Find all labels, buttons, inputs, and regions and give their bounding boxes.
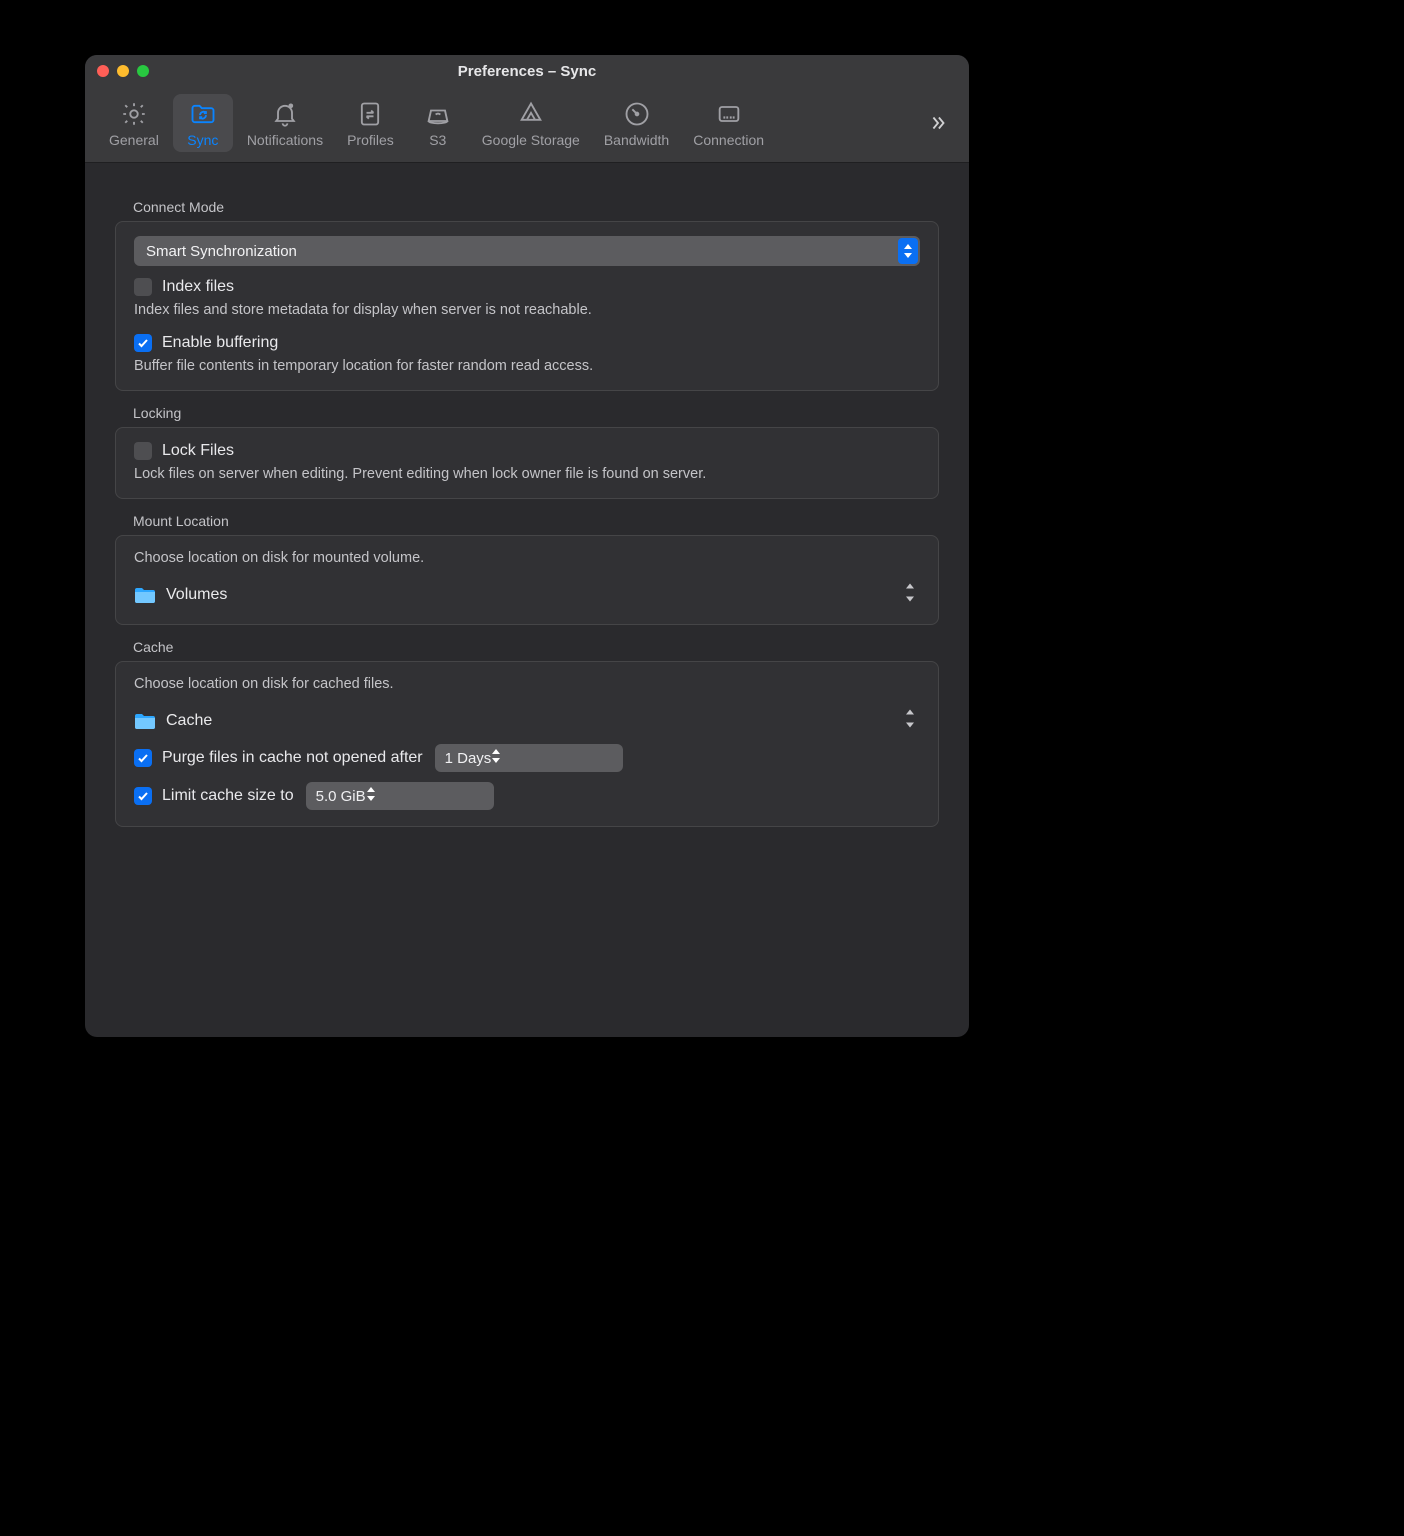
enable-buffering-label: Enable buffering <box>162 334 278 352</box>
purge-duration-value: 1 Days <box>445 750 492 767</box>
mount-folder-name: Volumes <box>166 586 227 604</box>
tab-label: Notifications <box>247 132 323 148</box>
lock-files-label: Lock Files <box>162 442 234 460</box>
window-controls <box>97 65 149 77</box>
limit-size-value: 5.0 GiB <box>316 788 366 805</box>
group-locking: Lock Files Lock files on server when edi… <box>115 427 939 499</box>
tab-label: General <box>109 132 159 148</box>
cache-folder-select[interactable]: Cache <box>134 708 920 734</box>
tab-profiles[interactable]: Profiles <box>337 94 404 152</box>
enable-buffering-description: Buffer file contents in temporary locati… <box>134 358 920 374</box>
section-title-connect-mode: Connect Mode <box>133 199 939 215</box>
tab-label: Google Storage <box>482 132 580 148</box>
s3-icon <box>424 100 452 128</box>
tab-bandwidth[interactable]: Bandwidth <box>594 94 679 152</box>
tab-general[interactable]: General <box>99 94 169 152</box>
tab-notifications[interactable]: Notifications <box>237 94 333 152</box>
purge-duration-select[interactable]: 1 Days <box>435 744 623 772</box>
tab-label: Bandwidth <box>604 132 669 148</box>
tab-label: Connection <box>693 132 764 148</box>
zoom-window-button[interactable] <box>137 65 149 77</box>
checkbox-unchecked-icon <box>134 442 152 460</box>
group-connect-mode: Smart Synchronization Index files Index … <box>115 221 939 391</box>
tab-label: Profiles <box>347 132 394 148</box>
section-title-mount: Mount Location <box>133 513 939 529</box>
google-storage-icon <box>517 100 545 128</box>
index-files-description: Index files and store metadata for displ… <box>134 302 920 318</box>
stepper-icon <box>904 710 916 733</box>
window-title: Preferences – Sync <box>85 63 969 80</box>
lock-files-checkbox-row[interactable]: Lock Files <box>134 442 920 460</box>
group-mount: Choose location on disk for mounted volu… <box>115 535 939 625</box>
titlebar: Preferences – Sync <box>85 55 969 83</box>
section-title-locking: Locking <box>133 405 939 421</box>
folder-icon <box>134 586 156 604</box>
sync-folder-icon <box>189 100 217 128</box>
checkbox-checked-icon <box>134 787 152 805</box>
mount-folder-select[interactable]: Volumes <box>134 582 920 608</box>
toolbar-overflow-button[interactable] <box>927 83 949 162</box>
close-window-button[interactable] <box>97 65 109 77</box>
limit-checkbox-row[interactable]: Limit cache size to <box>134 787 294 805</box>
minimize-window-button[interactable] <box>117 65 129 77</box>
tab-label: Sync <box>187 132 218 148</box>
connect-mode-select[interactable]: Smart Synchronization <box>134 236 920 266</box>
group-cache: Choose location on disk for cached files… <box>115 661 939 827</box>
gear-icon <box>120 100 148 128</box>
tab-label: S3 <box>429 132 446 148</box>
tab-connection[interactable]: Connection <box>683 94 774 152</box>
index-files-checkbox-row[interactable]: Index files <box>134 278 920 296</box>
stepper-icon <box>491 749 509 767</box>
cache-description: Choose location on disk for cached files… <box>134 676 920 692</box>
preferences-toolbar: General Sync Notifications Profiles S3 <box>85 83 969 163</box>
section-title-cache: Cache <box>133 639 939 655</box>
purge-checkbox-row[interactable]: Purge files in cache not opened after <box>134 749 423 767</box>
checkbox-checked-icon <box>134 749 152 767</box>
checkbox-unchecked-icon <box>134 278 152 296</box>
tab-sync[interactable]: Sync <box>173 94 233 152</box>
connect-mode-value: Smart Synchronization <box>146 243 297 260</box>
folder-icon <box>134 712 156 730</box>
lock-files-description: Lock files on server when editing. Preve… <box>134 466 920 482</box>
gauge-icon <box>623 100 651 128</box>
preferences-window: Preferences – Sync General Sync Notifica… <box>85 55 969 1037</box>
limit-size-select[interactable]: 5.0 GiB <box>306 782 494 810</box>
index-files-label: Index files <box>162 278 234 296</box>
limit-label: Limit cache size to <box>162 787 294 805</box>
enable-buffering-checkbox-row[interactable]: Enable buffering <box>134 334 920 352</box>
profiles-icon <box>356 100 384 128</box>
bell-icon <box>271 100 299 128</box>
checkbox-checked-icon <box>134 334 152 352</box>
cache-folder-name: Cache <box>166 712 212 730</box>
stepper-icon <box>904 584 916 607</box>
mount-description: Choose location on disk for mounted volu… <box>134 550 920 566</box>
tab-google-storage[interactable]: Google Storage <box>472 94 590 152</box>
ethernet-icon <box>715 100 743 128</box>
stepper-icon <box>366 787 384 805</box>
tab-s3[interactable]: S3 <box>408 94 468 152</box>
preferences-body: Connect Mode Smart Synchronization Index… <box>85 163 969 1037</box>
stepper-icon <box>898 238 918 264</box>
purge-label: Purge files in cache not opened after <box>162 749 423 767</box>
